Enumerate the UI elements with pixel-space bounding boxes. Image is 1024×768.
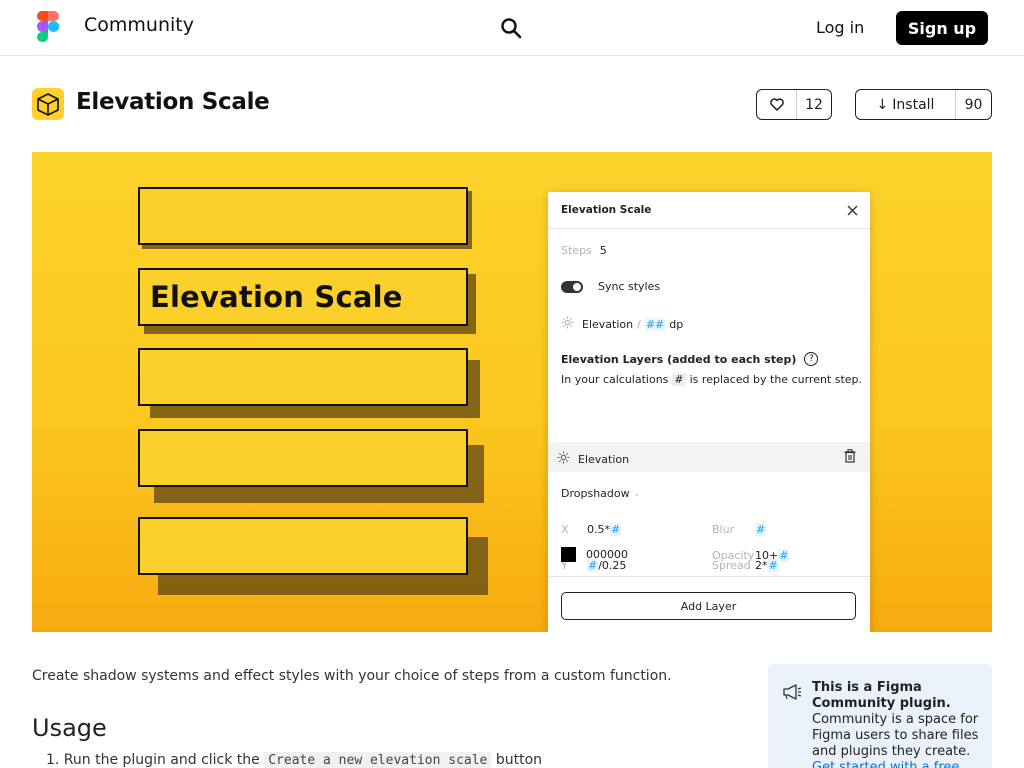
hero-cover-image: Elevation Scale Elevation Scale Steps 5 … — [32, 152, 992, 632]
notice-body: Community is a space for Figma users to … — [812, 712, 979, 759]
plugin-description: Create shadow systems and effect styles … — [32, 668, 672, 684]
opacity-field[interactable]: Opacity 10+ # — [712, 549, 790, 562]
close-icon[interactable] — [846, 204, 859, 217]
install-label: Install — [892, 96, 935, 113]
calc-hint-pre: In your calculations — [561, 373, 669, 386]
style-name-input[interactable]: Elevation / ## dp — [582, 317, 683, 331]
steps-label: Steps — [561, 244, 592, 257]
usage-step-1: 1. Run the plugin and click the Create a… — [46, 752, 543, 768]
install-button-group: ↓ Install 90 — [855, 89, 992, 120]
layers-heading-row: Elevation Layers (added to each step) ? — [561, 352, 819, 366]
layers-heading: Elevation Layers (added to each step) — [561, 352, 797, 366]
blur-field[interactable]: Blur # — [712, 523, 767, 536]
layer-row[interactable]: Elevation — [548, 442, 870, 472]
steps-input[interactable]: 5 — [600, 244, 607, 257]
heart-icon[interactable] — [757, 90, 797, 119]
calc-hint-row: In your calculations # is replaced by th… — [561, 373, 862, 386]
help-icon[interactable]: ? — [804, 352, 819, 366]
sync-row: Sync styles — [561, 280, 660, 293]
inline-code: Create a new elevation scale — [264, 752, 492, 768]
trash-icon[interactable] — [844, 449, 856, 466]
steps-row: Steps 5 — [561, 244, 607, 257]
color-field[interactable]: 000000 — [561, 547, 628, 562]
like-count: 12 — [805, 96, 823, 113]
like-button-group: 12 — [756, 89, 832, 120]
search-icon[interactable] — [500, 17, 522, 39]
sun-icon — [557, 451, 570, 467]
calc-hint-post: is replaced by the current step. — [689, 373, 863, 386]
effect-type-value: Dropshadow — [561, 487, 630, 500]
page-title: Elevation Scale — [76, 89, 270, 115]
brand-label[interactable]: Community — [84, 14, 194, 36]
color-hex: 000000 — [586, 548, 628, 561]
add-layer-button[interactable]: Add Layer — [561, 592, 856, 620]
plugin-cube-icon — [32, 88, 64, 120]
notice-title: This is a Figma Community plugin. — [812, 680, 951, 711]
style-name-row: Elevation / ## dp — [561, 316, 683, 332]
usage-heading: Usage — [32, 714, 107, 742]
community-notice: This is a Figma Community plugin. Commun… — [768, 664, 992, 768]
card-title: Elevation Scale — [138, 268, 468, 326]
chevron-down-icon: ⌄ — [633, 489, 641, 498]
megaphone-icon — [782, 684, 802, 700]
x-field[interactable]: X 0.5* # — [561, 523, 622, 536]
sun-icon — [561, 316, 574, 332]
color-swatch[interactable] — [561, 547, 576, 562]
notice-text: This is a Figma Community plugin. Commun… — [812, 680, 984, 768]
sync-label: Sync styles — [598, 280, 661, 293]
install-button[interactable]: ↓ Install — [856, 90, 956, 119]
arrow-down-icon: ↓ — [876, 96, 889, 113]
elevation-card-3 — [138, 348, 480, 418]
install-count: 90 — [964, 96, 983, 113]
sync-toggle[interactable] — [561, 280, 583, 293]
elevation-card-5 — [138, 517, 488, 595]
calc-hash: # — [672, 373, 686, 386]
elevation-card-1 — [138, 187, 472, 249]
login-link[interactable]: Log in — [816, 18, 864, 37]
get-started-link[interactable]: Get started with a free account → — [812, 760, 959, 768]
figma-logo-icon[interactable] — [37, 11, 59, 42]
elevation-card-4 — [138, 429, 484, 503]
top-nav: Community Log in Sign up — [0, 0, 1024, 56]
plugin-panel: Elevation Scale Steps 5 Sync styles Elev… — [548, 192, 870, 632]
elevation-card-2: Elevation Scale — [138, 268, 476, 334]
panel-header: Elevation Scale — [548, 192, 870, 229]
panel-title: Elevation Scale — [561, 204, 652, 216]
signup-button[interactable]: Sign up — [896, 11, 988, 45]
layer-name: Elevation — [578, 452, 630, 466]
panel-divider — [548, 576, 870, 577]
effect-type-select[interactable]: Dropshadow ⌄ — [561, 487, 640, 500]
